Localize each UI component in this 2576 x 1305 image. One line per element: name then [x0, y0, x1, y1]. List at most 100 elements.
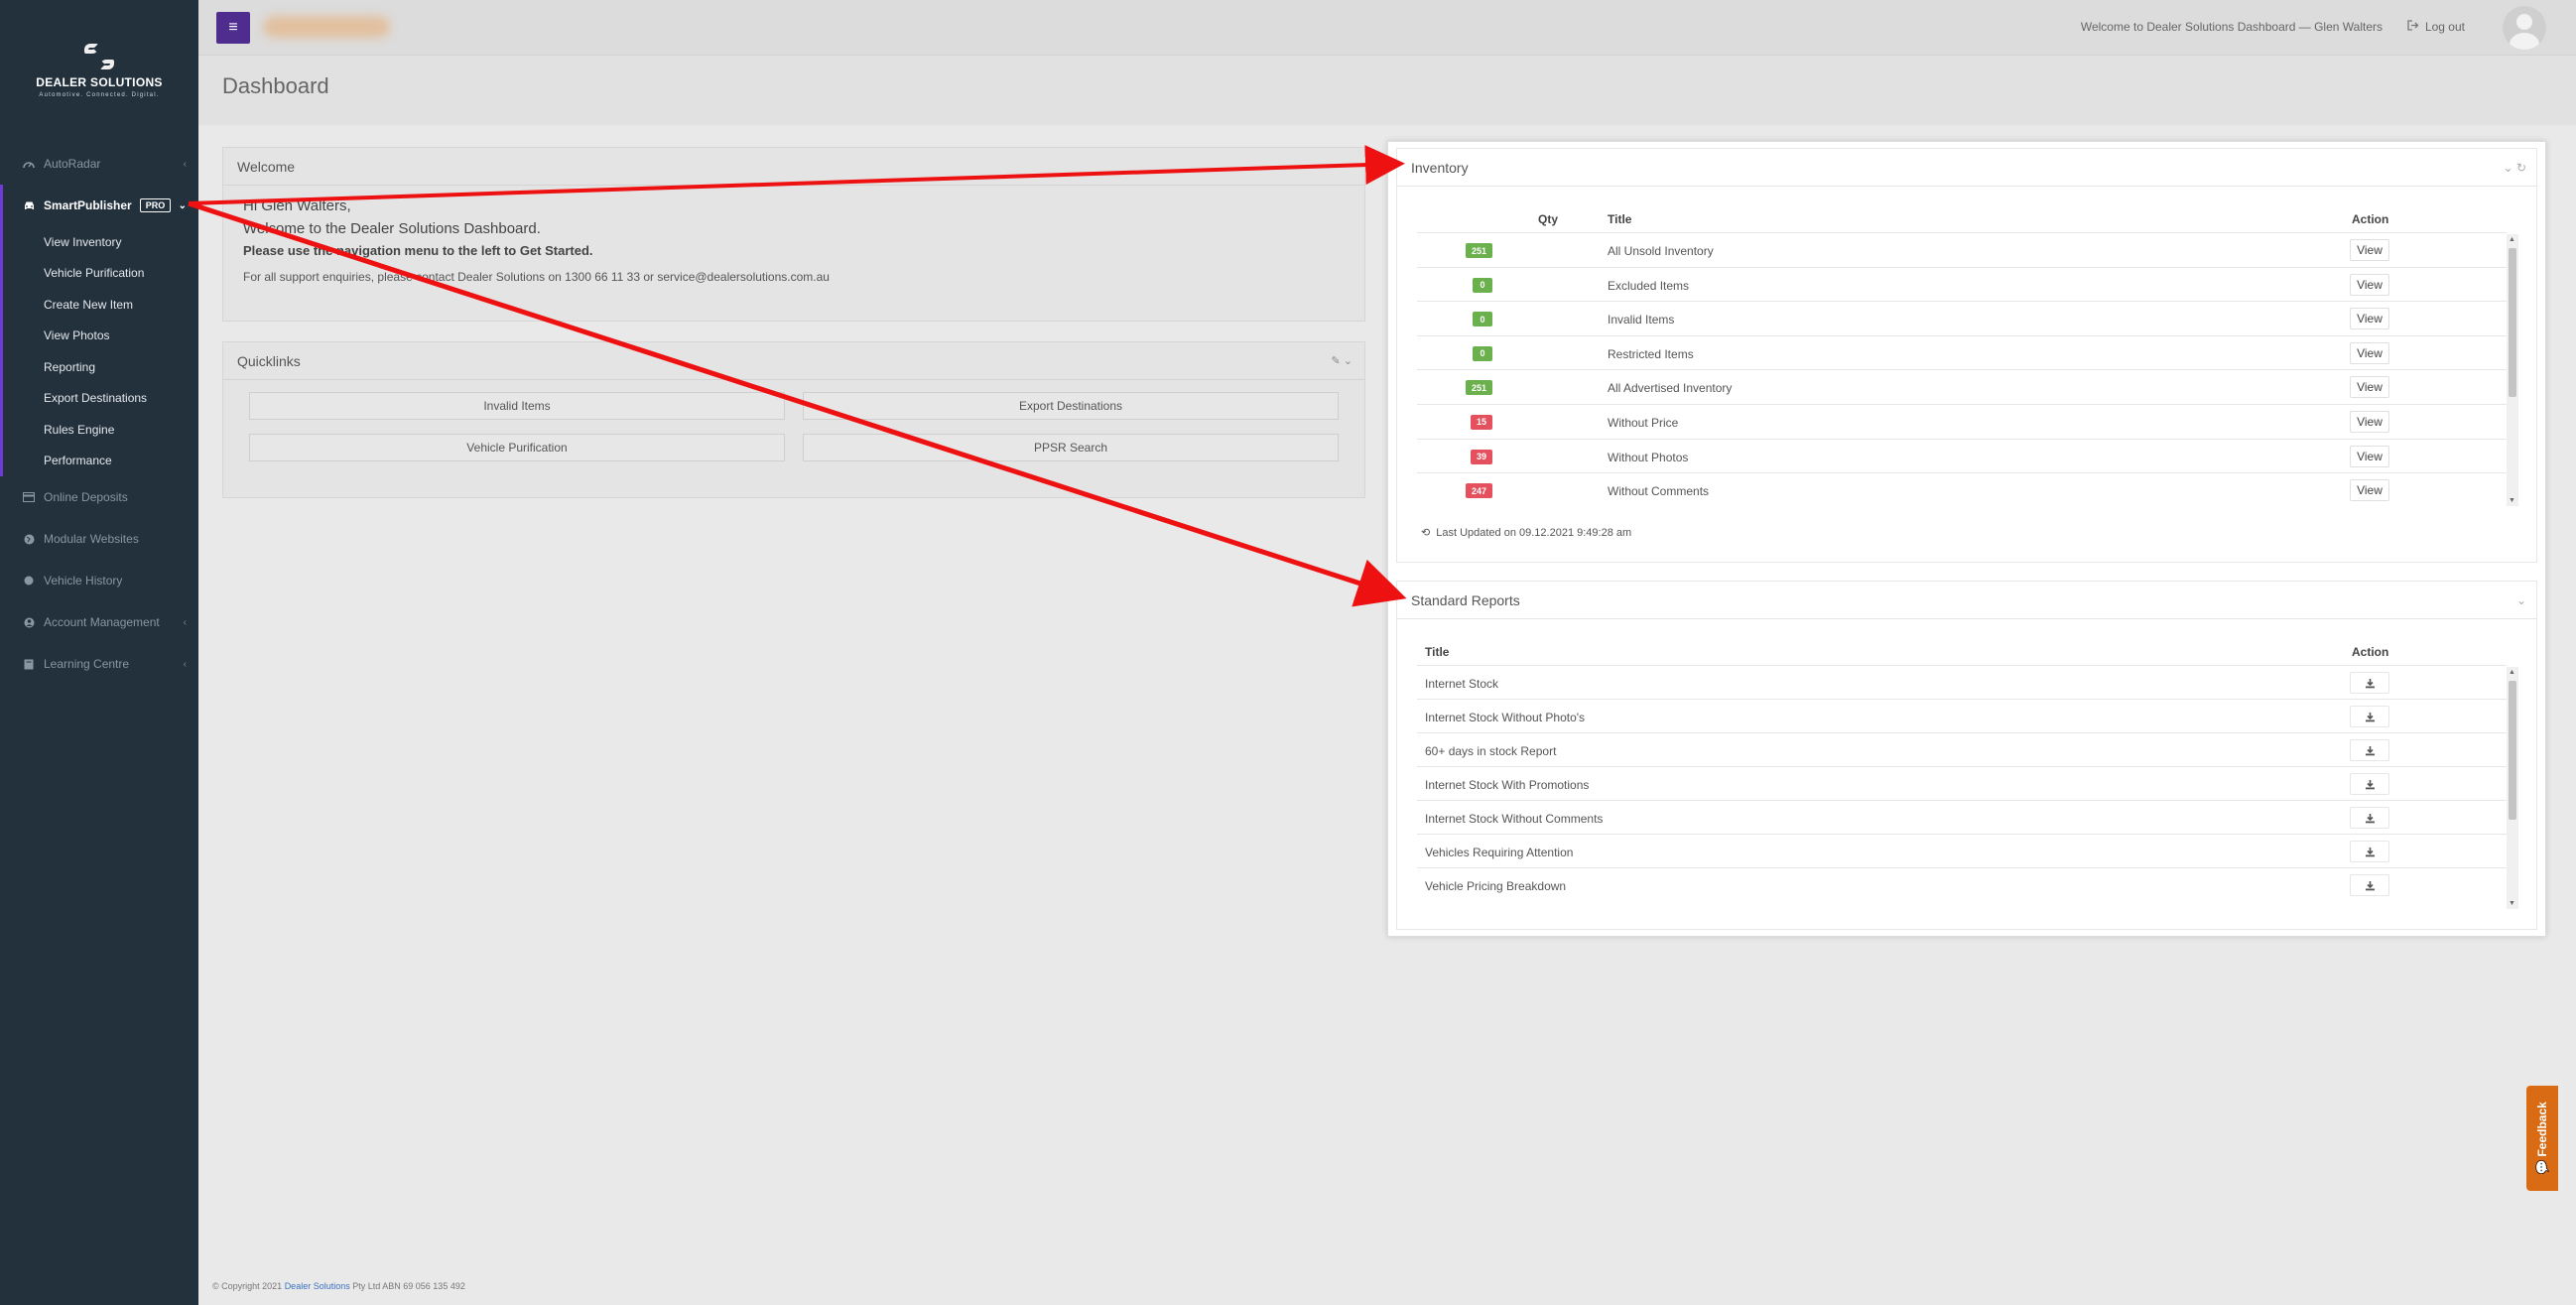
scroll-down-icon[interactable]: ▼	[2509, 497, 2515, 504]
footer: © Copyright 2021 Dealer Solutions Pty Lt…	[212, 1281, 465, 1291]
logout-link[interactable]: Log out	[2407, 20, 2465, 34]
view-button[interactable]: View	[2350, 445, 2389, 467]
quicklink-ppsr-search[interactable]: PPSR Search	[803, 434, 1339, 461]
sidebar-item-vehicle-history[interactable]: Vehicle History	[0, 560, 198, 601]
row-title: Excluded Items	[1608, 278, 1690, 293]
download-button[interactable]	[2350, 841, 2389, 862]
download-icon	[2365, 880, 2375, 890]
qty-badge: 0	[1473, 312, 1492, 327]
download-button[interactable]	[2350, 739, 2389, 761]
inventory-table-body: 251 All Unsold Inventory View 0 Excluded Ite…	[1417, 232, 2507, 506]
sign-out-icon	[2407, 20, 2419, 34]
sidebar-item-learning-centre[interactable]: Learning Centre ‹	[0, 643, 198, 685]
welcome-message: Welcome to the Dealer Solutions Dashboar…	[243, 220, 541, 237]
brand-logo[interactable]: DEALER SOLUTIONS Automotive. Connected. …	[0, 0, 198, 142]
sidebar-item-account-management[interactable]: Account Management ‹	[0, 601, 198, 643]
download-button[interactable]	[2350, 672, 2389, 694]
avatar[interactable]	[2503, 6, 2546, 50]
sidebar-subitem-rules-engine[interactable]: Rules Engine	[3, 414, 198, 446]
sidebar-item-smartpublisher[interactable]: SmartPublisher PRO ⌄	[0, 185, 198, 226]
sidebar-item-modular-websites[interactable]: Modular Websites	[0, 518, 198, 560]
support-contact-text: For all support enquiries, please contac…	[243, 270, 830, 284]
scroll-thumb[interactable]	[2509, 248, 2516, 397]
qty-badge: 251	[1465, 243, 1492, 258]
menu-toggle-button[interactable]: ≡	[216, 12, 250, 44]
report-title: Internet Stock Without Photo's	[1425, 711, 1586, 724]
scroll-thumb[interactable]	[2509, 681, 2516, 820]
sidebar: DEALER SOLUTIONS Automotive. Connected. …	[0, 0, 198, 1305]
sidebar-item-online-deposits[interactable]: Online Deposits	[0, 476, 198, 518]
table-row: 247 Without Comments View	[1417, 472, 2507, 506]
scroll-up-icon[interactable]: ▲	[2509, 669, 2515, 676]
pencil-icon[interactable]: ✎	[1332, 355, 1341, 367]
table-row: Internet Stock	[1417, 665, 2507, 699]
last-updated-text: ⟲ Last Updated on 09.12.2021 9:49:28 am	[1421, 526, 1631, 540]
reports-table-header: Title Action	[1417, 637, 2507, 665]
refresh-icon[interactable]: ↻	[2516, 161, 2526, 175]
view-button[interactable]: View	[2350, 479, 2389, 502]
dealer-solutions-logo-icon	[84, 44, 114, 69]
table-row: 251 All Unsold Inventory View	[1417, 232, 2507, 267]
circle-icon	[22, 575, 36, 587]
quicklink-export-destinations[interactable]: Export Destinations	[803, 392, 1339, 420]
report-title: Internet Stock With Promotions	[1425, 778, 1590, 792]
qty-badge: 251	[1465, 380, 1492, 396]
sidebar-subitem-performance[interactable]: Performance	[3, 446, 198, 477]
table-row: Vehicles Requiring Attention	[1417, 834, 2507, 867]
table-row: Internet Stock With Promotions	[1417, 766, 2507, 800]
quicklink-vehicle-purification[interactable]: Vehicle Purification	[249, 434, 785, 461]
sidebar-subitem-view-photos[interactable]: View Photos	[3, 321, 198, 352]
view-button[interactable]: View	[2350, 376, 2389, 399]
reports-scrollbar[interactable]: ▲ ▼	[2507, 667, 2518, 909]
sidebar-subitem-export-destinations[interactable]: Export Destinations	[3, 383, 198, 415]
scroll-up-icon[interactable]: ▲	[2509, 236, 2515, 243]
brand-tagline: Automotive. Connected. Digital.	[39, 92, 160, 98]
topbar: ≡ Welcome to Dealer Solutions Dashboard …	[198, 0, 2576, 56]
panel-tools: ⌄	[2516, 593, 2526, 607]
download-button[interactable]	[2350, 807, 2389, 829]
chevron-left-icon: ‹	[183, 658, 187, 670]
scroll-down-icon[interactable]: ▼	[2509, 900, 2515, 907]
view-button[interactable]: View	[2350, 239, 2389, 261]
brand-name: DEALER SOLUTIONS	[36, 75, 163, 89]
welcome-text: Welcome to Dealer Solutions Dashboard — …	[2080, 20, 2383, 34]
view-button[interactable]: View	[2350, 273, 2389, 296]
gauge-icon	[22, 158, 36, 170]
dealer-solutions-link[interactable]: Dealer Solutions	[285, 1281, 350, 1291]
sidebar-subitem-create-new-item[interactable]: Create New Item	[3, 289, 198, 321]
chevron-down-icon[interactable]: ⌄	[2504, 161, 2513, 175]
smartpublisher-submenu: View Inventory Vehicle Purification Crea…	[0, 226, 198, 476]
row-title: Invalid Items	[1608, 313, 1675, 327]
download-button[interactable]	[2350, 773, 2389, 795]
quicklink-invalid-items[interactable]: Invalid Items	[249, 392, 785, 420]
reports-title: Standard Reports	[1411, 591, 1520, 608]
welcome-panel: Welcome Hi Glen Walters, Welcome to the …	[222, 147, 1365, 322]
row-title: Without Price	[1608, 415, 1679, 430]
panel-tools: ⌄ ↻	[2504, 161, 2526, 175]
car-icon	[22, 199, 36, 211]
sidebar-subitem-reporting[interactable]: Reporting	[3, 351, 198, 383]
download-icon	[2365, 678, 2375, 688]
history-icon: ⟲	[1421, 527, 1431, 539]
inventory-title: Inventory	[1411, 159, 1469, 176]
download-button[interactable]	[2350, 706, 2389, 727]
qty-badge: 0	[1473, 345, 1492, 361]
view-button[interactable]: View	[2350, 308, 2389, 330]
sidebar-item-autoradar[interactable]: AutoRadar ‹	[0, 143, 198, 185]
view-button[interactable]: View	[2350, 410, 2389, 433]
inventory-scrollbar[interactable]: ▲ ▼	[2507, 234, 2518, 506]
welcome-greeting: Hi Glen Walters,	[243, 197, 351, 214]
view-button[interactable]: View	[2350, 341, 2389, 364]
inventory-panel: Inventory ⌄ ↻ Qty Title Action 251 All Un…	[1396, 148, 2537, 563]
action-column-header: Action	[2352, 212, 2389, 226]
download-icon	[2365, 712, 2375, 721]
sidebar-item-label: AutoRadar	[44, 157, 101, 171]
chevron-down-icon[interactable]: ⌄	[2516, 593, 2526, 607]
download-button[interactable]	[2350, 874, 2389, 896]
chevron-down-icon[interactable]: ⌄	[1344, 355, 1352, 367]
table-row: 39 Without Photos View	[1417, 438, 2507, 473]
sidebar-subitem-vehicle-purification[interactable]: Vehicle Purification	[3, 258, 198, 290]
sidebar-subitem-view-inventory[interactable]: View Inventory	[3, 226, 198, 258]
feedback-tab[interactable]: 💬 Feedback	[2526, 1086, 2558, 1191]
inventory-panel-header: Inventory ⌄ ↻	[1397, 149, 2536, 187]
